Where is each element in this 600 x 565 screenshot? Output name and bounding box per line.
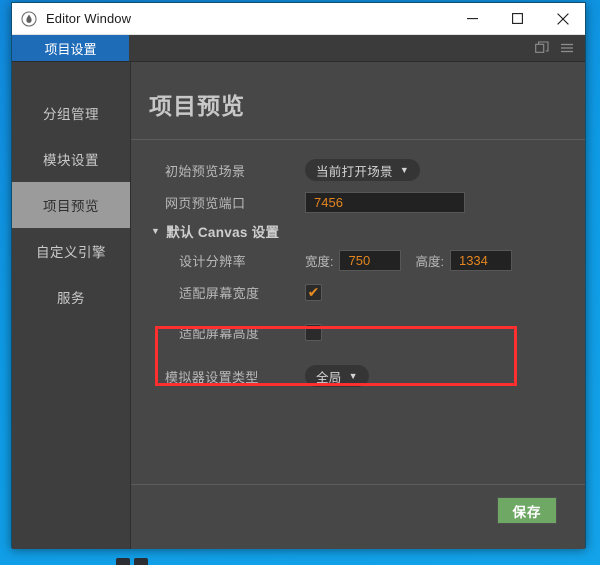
window-body: 分组管理 模块设置 项目预览 自定义引擎 服务 项目预览 初始预览场景 当前打开… bbox=[12, 62, 585, 549]
height-input[interactable]: 1334 bbox=[449, 249, 512, 271]
chevron-down-icon: ▼ bbox=[399, 165, 410, 175]
editor-window: Editor Window 项目设置 分组管理 模块设置 项目预览 自定义引擎 … bbox=[11, 2, 586, 549]
row-design-resolution: 设计分辨率 宽度: 750 高度: 1334 bbox=[131, 244, 585, 276]
design-resolution-label: 设计分辨率 bbox=[179, 253, 247, 269]
settings-sidebar: 分组管理 模块设置 项目预览 自定义引擎 服务 bbox=[12, 62, 131, 549]
canvas-section-header[interactable]: ▼ 默认 Canvas 设置 bbox=[131, 218, 585, 244]
tab-strip: 项目设置 bbox=[12, 35, 585, 62]
settings-content-panel: 项目预览 初始预览场景 当前打开场景 ▼ 网页预览端口 7456 ▼ 默认 Ca… bbox=[131, 62, 585, 549]
sidebar-item-module-settings[interactable]: 模块设置 bbox=[12, 136, 130, 182]
row-preview-port: 网页预览端口 7456 bbox=[131, 186, 585, 218]
droplet-icon bbox=[21, 10, 37, 27]
sidebar-item-project-preview[interactable]: 项目预览 bbox=[12, 182, 130, 228]
simulator-type-value: 全局 bbox=[316, 370, 342, 385]
tab-tools bbox=[535, 35, 585, 61]
minimize-button[interactable] bbox=[450, 3, 495, 34]
width-label: 宽度: bbox=[305, 254, 334, 269]
maximize-button[interactable] bbox=[495, 3, 540, 34]
preview-port-label: 网页预览端口 bbox=[165, 195, 246, 211]
check-icon: ✔ bbox=[307, 284, 320, 300]
window-controls bbox=[450, 3, 585, 34]
sidebar-item-label: 项目预览 bbox=[43, 199, 99, 214]
width-input[interactable]: 750 bbox=[339, 249, 402, 271]
fit-height-checkbox[interactable] bbox=[305, 323, 322, 341]
triangle-down-icon: ▼ bbox=[151, 226, 161, 236]
canvas-section-label: 默认 Canvas 设置 bbox=[166, 225, 280, 240]
sidebar-item-label: 自定义引擎 bbox=[36, 245, 106, 260]
taskbar-nub bbox=[116, 558, 130, 565]
sidebar-item-group-management[interactable]: 分组管理 bbox=[12, 90, 130, 136]
tab-project-settings[interactable]: 项目设置 bbox=[12, 35, 129, 61]
chevron-down-icon: ▼ bbox=[348, 371, 358, 381]
hamburger-menu-icon[interactable] bbox=[560, 41, 574, 55]
fit-height-label: 适配屏幕高度 bbox=[179, 325, 260, 341]
initial-scene-value: 当前打开场景 bbox=[316, 164, 393, 179]
sidebar-item-label: 模块设置 bbox=[43, 153, 99, 168]
page-title: 项目预览 bbox=[149, 93, 245, 119]
window-title: Editor Window bbox=[46, 11, 132, 26]
taskbar-nub bbox=[134, 558, 148, 565]
row-fit-screen-width: 适配屏幕宽度 ✔ bbox=[131, 276, 585, 308]
fit-width-checkbox[interactable]: ✔ bbox=[305, 283, 322, 301]
row-fit-screen-height: 适配屏幕高度 bbox=[131, 316, 585, 348]
simulator-type-dropdown[interactable]: 全局 ▼ bbox=[305, 365, 369, 387]
simulator-type-label: 模拟器设置类型 bbox=[165, 369, 259, 385]
close-button[interactable] bbox=[540, 3, 585, 34]
popout-window-icon[interactable] bbox=[535, 41, 549, 55]
row-initial-scene: 初始预览场景 当前打开场景 ▼ bbox=[131, 154, 585, 186]
initial-scene-dropdown[interactable]: 当前打开场景 ▼ bbox=[305, 159, 421, 181]
sidebar-item-custom-engine[interactable]: 自定义引擎 bbox=[12, 228, 130, 274]
tab-label: 项目设置 bbox=[44, 41, 97, 57]
footer-bar: 保存 bbox=[131, 485, 585, 549]
preview-port-input[interactable]: 7456 bbox=[305, 191, 465, 213]
sidebar-item-label: 服务 bbox=[57, 291, 85, 306]
settings-form: 初始预览场景 当前打开场景 ▼ 网页预览端口 7456 ▼ 默认 Canvas … bbox=[131, 140, 585, 392]
height-label: 高度: bbox=[415, 254, 444, 269]
sidebar-item-services[interactable]: 服务 bbox=[12, 274, 130, 320]
save-button[interactable]: 保存 bbox=[497, 497, 557, 524]
initial-scene-label: 初始预览场景 bbox=[165, 163, 246, 179]
title-bar: Editor Window bbox=[12, 3, 585, 35]
fit-width-label: 适配屏幕宽度 bbox=[179, 285, 260, 301]
sidebar-item-label: 分组管理 bbox=[43, 107, 99, 122]
row-simulator-type: 模拟器设置类型 全局 ▼ bbox=[131, 360, 585, 392]
